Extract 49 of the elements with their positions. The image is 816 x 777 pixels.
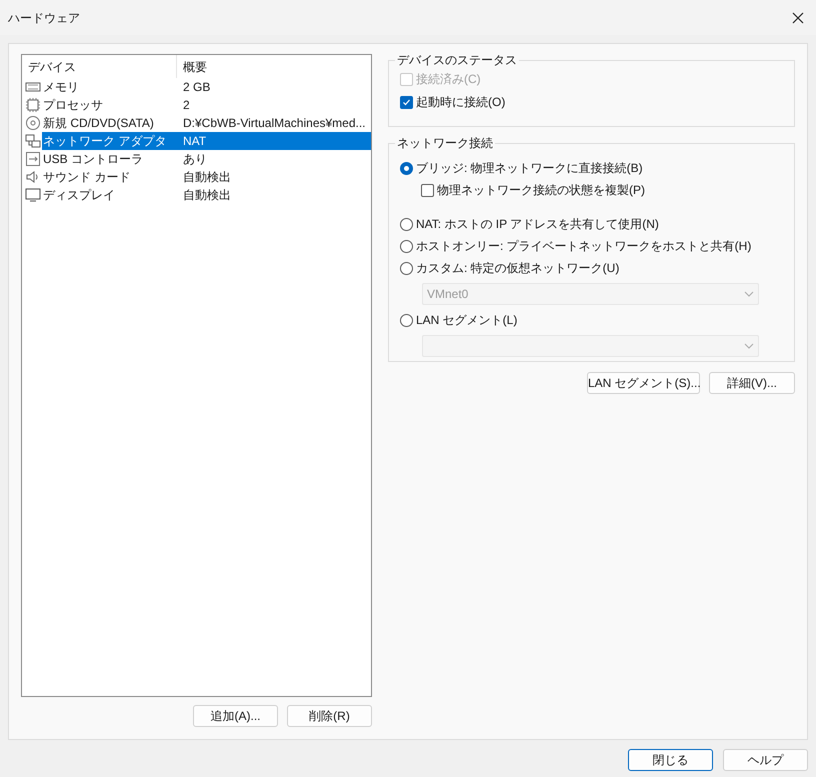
checkbox-label: 起動時に接続(O) — [416, 94, 506, 111]
column-header[interactable]: デバイス — [22, 55, 177, 78]
dialog-button[interactable]: 追加(A)... — [193, 705, 278, 727]
dialog-button[interactable]: 詳細(V)... — [709, 372, 795, 394]
device-summary[interactable]: 2 — [177, 96, 371, 114]
device-name[interactable]: メモリ — [42, 78, 177, 96]
usb-icon — [25, 151, 41, 167]
radio-button[interactable] — [400, 262, 413, 274]
device-name[interactable]: プロセッサ — [42, 96, 177, 114]
disc-icon — [25, 115, 41, 131]
radio-label: LAN セグメント(L) — [416, 312, 518, 329]
dialog-button[interactable]: LAN セグメント(S)... — [587, 372, 700, 394]
radio-label: NAT: ホストの IP アドレスを共有して使用(N) — [416, 216, 659, 233]
device-name[interactable]: ネットワーク アダプタ — [42, 132, 177, 150]
device-name[interactable]: USB コントローラ — [42, 150, 177, 168]
radio-button[interactable] — [400, 162, 413, 174]
device-summary[interactable]: NAT — [177, 132, 371, 150]
monitor-icon — [25, 187, 41, 203]
checkbox[interactable] — [421, 184, 434, 196]
device-summary[interactable]: あり — [177, 150, 371, 168]
device-summary[interactable]: 自動検出 — [177, 168, 371, 186]
device-name[interactable]: ディスプレイ — [42, 186, 177, 204]
column-header[interactable]: 概要 — [177, 55, 371, 78]
device-name[interactable]: 新規 CD/DVD(SATA) — [42, 114, 177, 132]
device-name[interactable]: サウンド カード — [42, 168, 177, 186]
chevron-down-icon — [744, 343, 754, 349]
checkbox[interactable] — [400, 96, 413, 108]
network-icon — [25, 133, 41, 149]
device-summary[interactable]: 2 GB — [177, 78, 371, 96]
group-title: ネットワーク接続 — [395, 135, 495, 151]
window-title: ハードウェア — [8, 10, 80, 26]
dialog-button[interactable]: 削除(R) — [287, 705, 372, 727]
radio-button[interactable] — [400, 240, 413, 252]
chip-icon — [25, 97, 41, 113]
dialog-button[interactable]: ヘルプ — [723, 749, 808, 771]
chevron-down-icon — [744, 291, 754, 297]
checkmark-icon — [402, 98, 411, 106]
checkbox-label: 物理ネットワーク接続の状態を複製(P) — [437, 182, 645, 199]
device-summary[interactable]: 自動検出 — [177, 186, 371, 204]
radio-button[interactable] — [400, 314, 413, 326]
radio-label: ホストオンリー: プライベートネットワークをホストと共有(H) — [416, 238, 752, 255]
radio-label: ブリッジ: 物理ネットワークに直接接続(B) — [416, 160, 643, 177]
group-title: デバイスのステータス — [395, 52, 519, 68]
radio-label: カスタム: 特定の仮想ネットワーク(U) — [416, 260, 620, 277]
dialog-button[interactable]: 閉じる — [628, 749, 713, 771]
radio-button[interactable] — [400, 218, 413, 230]
close-icon[interactable] — [792, 12, 804, 24]
checkbox-label: 接続済み(C) — [416, 71, 481, 88]
device-summary[interactable]: D:¥CbWB-VirtualMachines¥med... — [177, 114, 371, 132]
